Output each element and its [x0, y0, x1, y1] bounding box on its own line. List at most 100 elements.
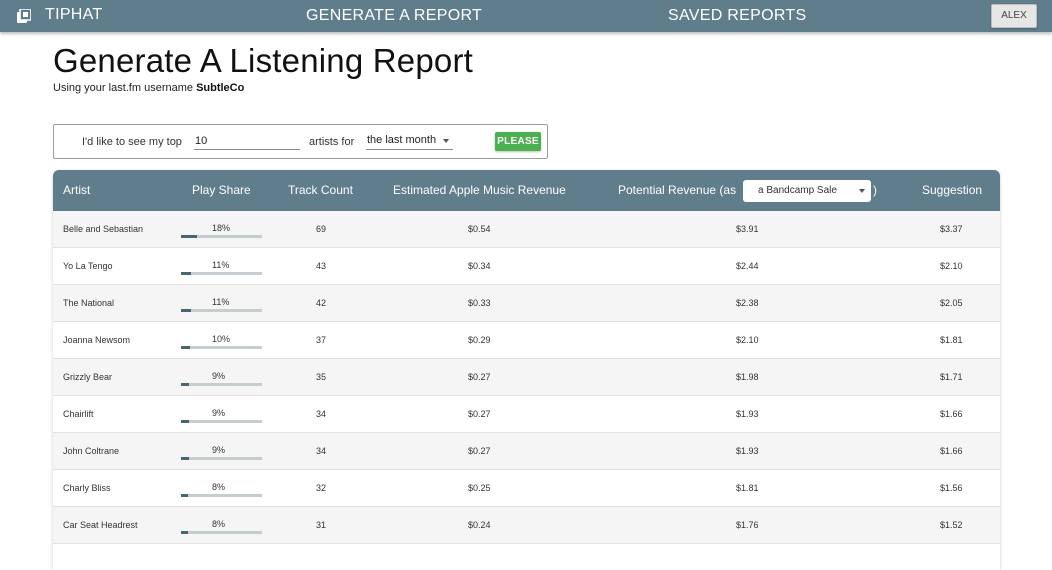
header-apple-revenue: Estimated Apple Music Revenue — [393, 183, 566, 197]
play-share-bar-fill — [181, 531, 188, 534]
table-row: Joanna Newsom 10% 37 $0.29 $2.10 $1.81 — [53, 322, 1000, 359]
play-share-bar-fill — [181, 346, 190, 349]
potential-revenue: $3.91 — [736, 224, 759, 234]
suggestion-amount: $1.71 — [940, 372, 963, 382]
artist-name: Belle and Sebastian — [63, 224, 144, 234]
potential-revenue: $1.98 — [736, 372, 759, 382]
play-share-bar — [181, 494, 262, 497]
suggestion-amount: $1.66 — [940, 409, 963, 419]
play-share-percent: 8% — [212, 519, 226, 529]
potential-revenue: $2.44 — [736, 261, 759, 271]
page-title: Generate A Listening Report — [53, 42, 474, 79]
track-count: 37 — [316, 335, 327, 345]
lastfm-username: SubtleCo — [196, 82, 245, 94]
user-account-button[interactable]: ALEX — [991, 4, 1037, 28]
artist-name: Joanna Newsom — [63, 335, 131, 345]
play-share-percent: 11% — [212, 297, 230, 307]
track-count: 35 — [316, 372, 327, 382]
play-share-bar — [181, 420, 262, 423]
artist-name: Yo La Tengo — [63, 261, 113, 271]
header-play-share: Play Share — [192, 183, 251, 197]
artist-count-input[interactable] — [194, 133, 300, 150]
apple-revenue: $0.24 — [468, 520, 491, 530]
play-share-bar-fill — [181, 383, 189, 386]
suggestion-amount: $2.05 — [940, 298, 963, 308]
apple-revenue: $0.29 — [468, 335, 491, 345]
suggestion-amount: $1.66 — [940, 446, 963, 456]
track-count: 42 — [316, 298, 327, 308]
play-share-bar — [181, 272, 262, 275]
submit-button[interactable]: PLEASE — [495, 132, 541, 151]
header-track-count: Track Count — [288, 183, 353, 197]
suggestion-amount: $2.10 — [940, 261, 963, 271]
play-share-bar — [181, 309, 262, 312]
potential-revenue: $1.76 — [736, 520, 759, 530]
play-share-bar-fill — [181, 494, 188, 497]
play-share-percent: 9% — [212, 445, 226, 455]
play-share-bar — [181, 457, 262, 460]
form-label-artists-for: artists for — [309, 136, 355, 148]
revenue-mode-select[interactable]: a Bandcamp Sale — [743, 180, 871, 202]
play-share-bar-fill — [181, 272, 191, 275]
nav-generate-report[interactable]: GENERATE A REPORT — [306, 7, 482, 25]
apple-revenue: $0.54 — [468, 224, 491, 234]
play-share-percent: 9% — [212, 371, 226, 381]
time-period-select[interactable]: the last month — [366, 133, 453, 150]
track-count: 69 — [316, 224, 327, 234]
play-share-percent: 8% — [212, 482, 226, 492]
table-body: Belle and Sebastian 18% 69 $0.54 $3.91 $3.37 Y… — [53, 211, 1000, 544]
potential-revenue: $2.10 — [736, 335, 759, 345]
form-label-top: I'd like to see my top — [82, 136, 182, 148]
play-share-bar — [181, 383, 262, 386]
artist-name: Grizzly Bear — [63, 372, 113, 382]
page-subtitle: Using your last.fm username SubtleCo — [53, 82, 244, 94]
table-row: Charly Bliss 8% 32 $0.25 $1.81 $1.56 — [53, 470, 1000, 507]
potential-revenue: $1.81 — [736, 483, 759, 493]
artist-name: Chairlift — [63, 409, 94, 419]
play-share-bar — [181, 235, 262, 238]
track-count: 31 — [316, 520, 327, 530]
table-row: Car Seat Headrest 8% 31 $0.24 $1.76 $1.52 — [53, 507, 1000, 544]
nav-saved-reports[interactable]: SAVED REPORTS — [668, 7, 806, 25]
top-nav-bar: TIPHAT GENERATE A REPORT SAVED REPORTS A… — [0, 0, 1052, 32]
table-header: Artist Play Share Track Count Estimated … — [53, 170, 1000, 211]
play-share-bar — [181, 531, 262, 534]
table-row: John Coltrane 9% 34 $0.27 $1.93 $1.66 — [53, 433, 1000, 470]
play-share-bar-fill — [181, 309, 191, 312]
track-count: 34 — [316, 409, 327, 419]
play-share-percent: 18% — [212, 223, 231, 233]
time-period-value: the last month — [367, 134, 437, 146]
header-paren-close: ) — [873, 183, 877, 197]
play-share-percent: 11% — [212, 260, 230, 270]
play-share-bar-fill — [181, 235, 197, 238]
track-count: 43 — [316, 261, 327, 271]
play-share-bar-fill — [181, 457, 189, 460]
apple-revenue: $0.27 — [468, 409, 491, 419]
play-share-percent: 9% — [212, 408, 226, 418]
report-table: Artist Play Share Track Count Estimated … — [53, 170, 1000, 570]
apple-revenue: $0.34 — [468, 261, 491, 271]
table-row: Yo La Tengo 11% 43 $0.34 $2.44 $2.10 — [53, 248, 1000, 285]
table-row: Grizzly Bear 9% 35 $0.27 $1.98 $1.71 — [53, 359, 1000, 396]
brand-name[interactable]: TIPHAT — [45, 6, 103, 24]
suggestion-amount: $1.81 — [940, 335, 963, 345]
library-icon[interactable] — [17, 9, 31, 23]
artist-name: The National — [63, 298, 115, 308]
table-row: Belle and Sebastian 18% 69 $0.54 $3.91 $3.37 — [53, 211, 1000, 248]
potential-revenue: $1.93 — [736, 409, 759, 419]
report-form: I'd like to see my top artists for the l… — [53, 124, 548, 159]
artist-name: John Coltrane — [63, 446, 120, 456]
play-share-bar — [181, 346, 262, 349]
revenue-mode-value: a Bandcamp Sale — [758, 185, 837, 196]
artist-name: Car Seat Headrest — [63, 520, 138, 530]
header-artist: Artist — [63, 183, 91, 197]
chevron-down-icon — [443, 139, 449, 143]
apple-revenue: $0.27 — [468, 446, 491, 456]
header-suggestion: Suggestion — [922, 183, 983, 197]
table-row: The National 11% 42 $0.33 $2.38 $2.05 — [53, 285, 1000, 322]
play-share-bar-fill — [181, 420, 189, 423]
suggestion-amount: $1.56 — [940, 483, 963, 493]
chevron-down-icon — [859, 189, 865, 193]
apple-revenue: $0.27 — [468, 372, 491, 382]
potential-revenue: $1.93 — [736, 446, 759, 456]
